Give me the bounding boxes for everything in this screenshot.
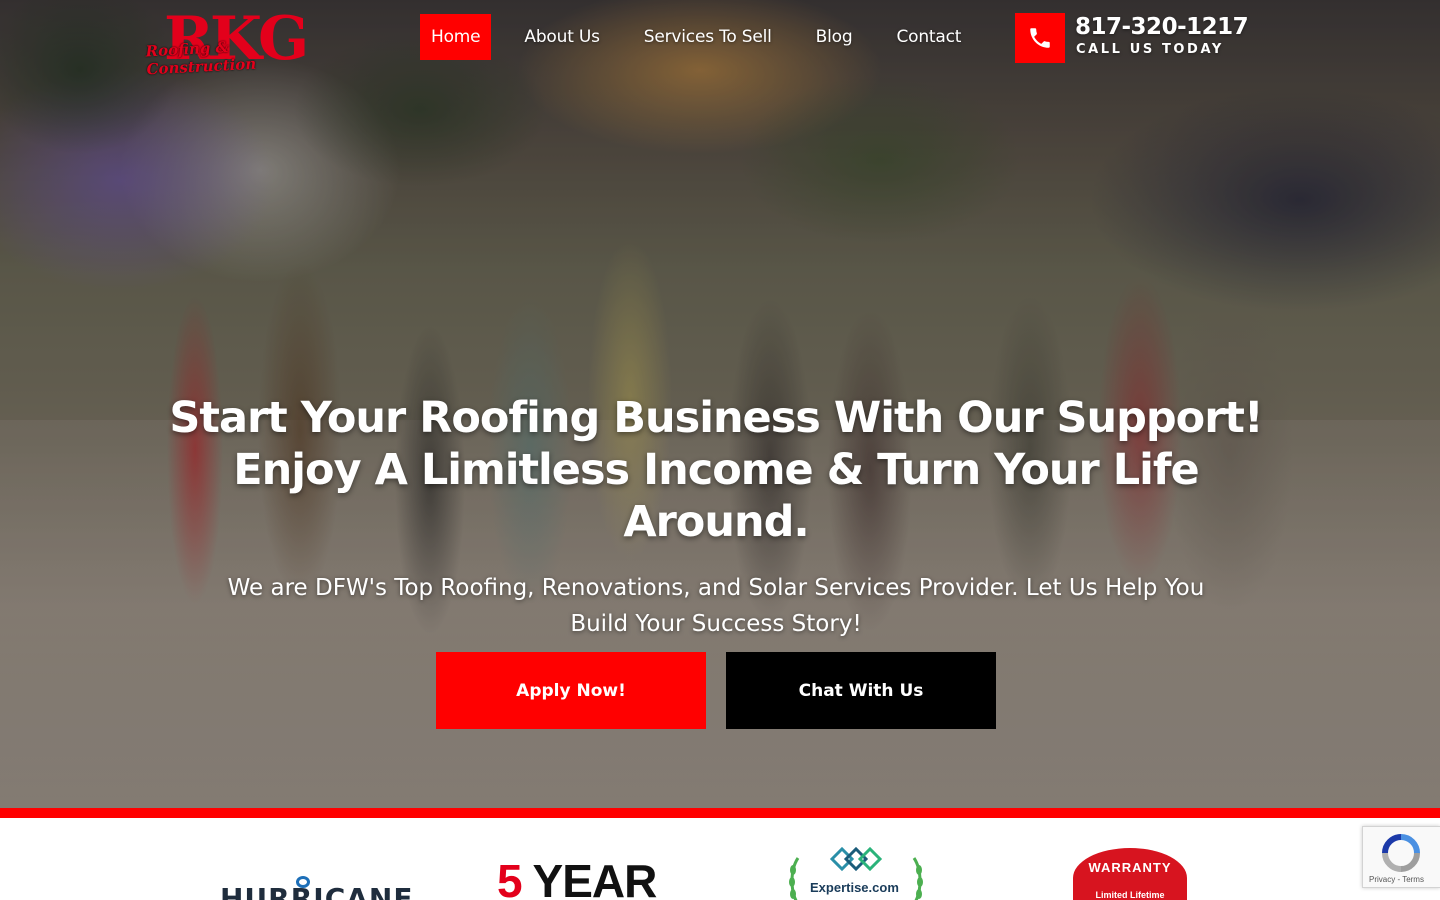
recaptcha-widget[interactable]: Privacy - Terms <box>1362 826 1440 888</box>
call-us-label: CALL US TODAY <box>1076 42 1224 57</box>
expertise-label: Expertise.com <box>810 880 899 895</box>
nav-item-services-to-sell[interactable]: Services To Sell <box>633 14 783 60</box>
phone-icon <box>1030 28 1050 48</box>
expertise-logo-icon <box>829 846 883 872</box>
year-word: YEAR <box>532 855 658 900</box>
phone-number[interactable]: 817-320-1217 <box>1075 14 1249 40</box>
hero-headline-line2: Enjoy A Limitless Income & Turn Your Lif… <box>233 445 1199 547</box>
recaptcha-icon <box>1382 834 1420 872</box>
warranty-title: WARRANTY <box>1088 860 1172 875</box>
hero-headline: Start Your Roofing Business With Our Sup… <box>150 392 1282 548</box>
trust-badges: HURRICANE 5 YEAR Expertise.com WARRANTY … <box>0 818 1440 900</box>
laurel-right-icon <box>912 857 923 900</box>
chat-with-us-button[interactable]: Chat With Us <box>726 652 996 729</box>
nav-item-contact[interactable]: Contact <box>885 14 972 60</box>
expertise-badge: Expertise.com <box>786 844 926 900</box>
section-divider <box>0 808 1440 818</box>
hero-subheadline: We are DFW's Top Roofing, Renovations, a… <box>227 575 1205 637</box>
year-number: 5 <box>497 855 523 900</box>
five-year-badge: 5 YEAR <box>497 855 658 900</box>
hero-headline-line1: Start Your Roofing Business With Our Sup… <box>169 393 1263 443</box>
hurricane-badge: HURRICANE <box>220 882 414 900</box>
recaptcha-links[interactable]: Privacy - Terms <box>1369 875 1424 884</box>
apply-now-button[interactable]: Apply Now! <box>436 652 706 729</box>
site-logo[interactable]: RKG Roofing & Construction <box>145 6 316 78</box>
warranty-subtitle: Limited Lifetime <box>1095 890 1165 900</box>
nav-item-blog[interactable]: Blog <box>805 14 864 60</box>
warranty-badge: WARRANTY Limited Lifetime <box>1073 848 1187 900</box>
laurel-left-icon <box>789 857 800 900</box>
nav-item-home[interactable]: Home <box>420 14 492 60</box>
main-nav: Home About Us Services To Sell Blog Cont… <box>420 14 994 60</box>
phone-button[interactable] <box>1015 13 1065 63</box>
nav-item-about-us[interactable]: About Us <box>513 14 610 60</box>
